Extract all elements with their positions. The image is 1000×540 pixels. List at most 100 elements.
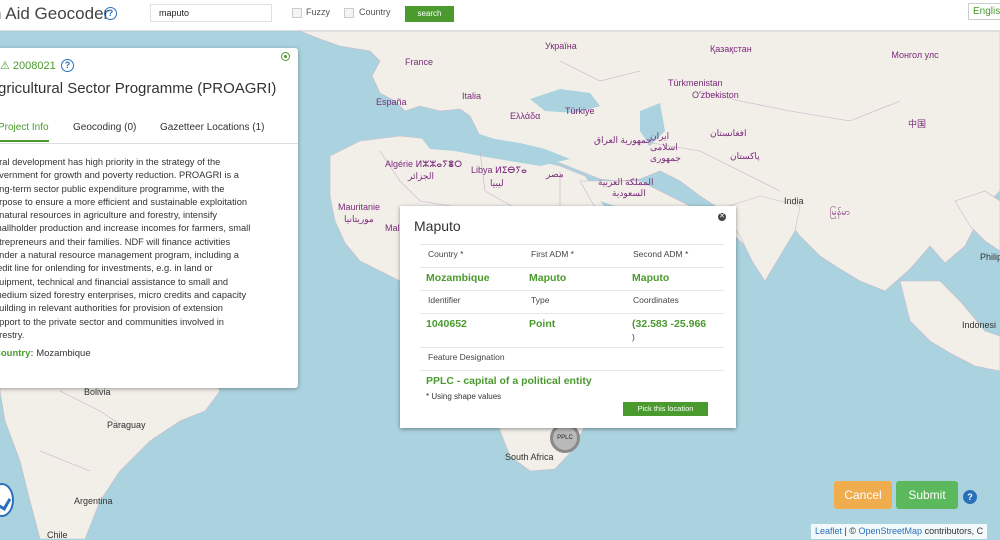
map-attribution: Leaflet | © OpenStreetMap contributors, …	[811, 524, 988, 539]
header-country: Country *	[428, 249, 464, 259]
map-label: Türkiye	[565, 106, 595, 116]
help-icon[interactable]: ?	[61, 59, 74, 72]
project-description: ural development has high priority in th…	[0, 156, 284, 342]
value-first-adm: Maputo	[529, 272, 567, 284]
table-row: Feature Designation	[420, 347, 724, 370]
map-label: Philip	[980, 252, 1000, 262]
search-input[interactable]	[150, 4, 272, 22]
leaflet-link[interactable]: Leaflet	[815, 526, 842, 536]
help-icon[interactable]: ?	[104, 7, 117, 20]
country-label: Country:	[0, 348, 34, 359]
value-type: Point	[529, 318, 556, 330]
header-coordinates: Coordinates	[633, 295, 679, 305]
fuzzy-checkbox[interactable]	[292, 8, 302, 18]
fuzzy-label: Fuzzy	[306, 7, 331, 17]
submit-button[interactable]: Submit	[896, 481, 958, 509]
description-line: building in relevant authorities for pro…	[0, 303, 223, 314]
value-identifier: 1040652	[426, 318, 467, 330]
table-row: 1040652 Point (32.583 -25.966 )	[420, 313, 724, 347]
map-label: South Africa	[505, 452, 554, 462]
attribution-separator: | ©	[842, 526, 859, 536]
map-label: Mauritanie	[338, 202, 381, 212]
table-row: PPLC - capital of a political entity	[420, 370, 724, 393]
map-label: Paraguay	[107, 420, 146, 430]
map-label: مصر	[546, 169, 564, 179]
location-popup: Maputo ✕ Country * First ADM * Second AD…	[400, 206, 736, 428]
map-label: Bolivia	[84, 387, 111, 397]
description-line: orestry.	[0, 329, 25, 340]
map-label: Қазақстан	[710, 44, 752, 54]
osm-link[interactable]: OpenStreetMap	[859, 526, 923, 536]
close-icon[interactable]: ✕	[718, 213, 726, 221]
map-label: ایران اسلامی جمهوری	[650, 131, 681, 163]
header-feature-designation: Feature Designation	[428, 352, 505, 362]
map-label: پاکستان	[730, 151, 760, 161]
tab-geocoding[interactable]: Geocoding (0)	[73, 122, 136, 133]
coordinates-tail: )	[632, 332, 635, 342]
table-row: Mozambique Maputo Maputo	[420, 267, 724, 290]
description-line: upport to the private sector and communi…	[0, 316, 224, 327]
map-label: ليبيا	[490, 178, 504, 188]
top-bar: n Aid Geocoder ? Fuzzy Country search En…	[0, 0, 1000, 31]
value-feature-designation: PPLC - capital of a political entity	[426, 375, 592, 387]
app-title: n Aid Geocoder	[0, 4, 110, 23]
description-line: mallholder production and increase incom…	[0, 223, 251, 234]
search-button[interactable]: search	[405, 6, 454, 22]
language-selector[interactable]: Englis	[968, 3, 1000, 20]
map-label: Монгол улс	[891, 50, 939, 60]
description-line: under a natural resource management prog…	[0, 250, 239, 261]
pick-location-button[interactable]: Pick this location	[623, 402, 708, 416]
country-label: Country	[359, 7, 391, 17]
help-icon[interactable]: ?	[963, 490, 977, 504]
description-line: overnment for growth and poverty reducti…	[0, 170, 239, 181]
country-value: Mozambique	[36, 348, 91, 359]
map-label: O'zbekiston	[692, 90, 739, 100]
map-label: Algérie ⵍⵣⵣⴰⵢⴻⵔ	[385, 159, 463, 169]
table-row: Identifier Type Coordinates	[420, 290, 724, 313]
value-country: Mozambique	[426, 272, 490, 284]
description-line: ntrepreneurs and their families. NDF wil…	[0, 236, 231, 247]
country-checkbox[interactable]	[344, 8, 354, 18]
description-line: f natural resources in agriculture and f…	[0, 210, 218, 221]
map-label: India	[784, 196, 804, 206]
map-label: المملكة العربية	[598, 177, 654, 187]
map-label: Türkmenistan	[668, 78, 723, 88]
description-line: ural development has high priority in th…	[0, 157, 221, 167]
tab-gazetteer-locations[interactable]: Gazetteer Locations (1)	[160, 122, 265, 133]
project-panel: ⚠ 2008021 ? gricultural Sector Programme…	[0, 48, 298, 388]
help-float[interactable]: ?	[963, 487, 977, 505]
tab-project-info[interactable]: Project Info	[0, 122, 49, 142]
value-second-adm: Maputo	[632, 272, 670, 284]
map-label: جمهورية العراق	[594, 135, 652, 145]
map-label: မြန်မာ	[830, 207, 851, 217]
map-label: Ελλάδα	[510, 111, 541, 121]
shape-note: * Using shape values	[426, 392, 502, 401]
cancel-button[interactable]: Cancel	[834, 481, 892, 509]
popup-title: Maputo	[414, 218, 461, 234]
table-row: Country * First ADM * Second ADM *	[420, 244, 724, 267]
project-id-value: 2008021	[12, 60, 56, 72]
project-tabs: Project Info Geocoding (0) Gazetteer Loc…	[0, 116, 298, 144]
map-label: Indonesi	[962, 320, 997, 330]
map-label: افغانستان	[710, 128, 747, 138]
layers-icon[interactable]	[960, 71, 1000, 93]
map-label: 中国	[908, 119, 927, 129]
map-label: السعودية	[612, 188, 646, 198]
attribution-rest: contributors, C	[922, 526, 984, 536]
map-label: Libya ⵍⵉⴱⵢⴰ	[471, 165, 527, 175]
header-first-adm: First ADM *	[531, 249, 574, 259]
description-line: urpose to ensure a more efficient and su…	[0, 196, 248, 207]
map-label: الجزائر	[408, 171, 434, 181]
header-type: Type	[531, 295, 550, 305]
description-line: medium sized forestry enterprises, micro…	[0, 289, 247, 300]
map-label: Україна	[545, 41, 577, 51]
map-label: España	[376, 97, 407, 107]
description-line: quipment, technical and financial assist…	[0, 276, 229, 287]
map-label: France	[405, 57, 434, 67]
value-coordinates: (32.583 -25.966	[632, 318, 707, 330]
panel-toggle-icon[interactable]	[281, 52, 290, 61]
description-line: redit line for onlending for investments…	[0, 263, 213, 274]
location-details-table: Country * First ADM * Second ADM * Mozam…	[420, 244, 724, 393]
project-country: Country: Mozambique	[0, 348, 91, 359]
project-title: gricultural Sector Programme (PROAGRI)	[0, 80, 277, 97]
